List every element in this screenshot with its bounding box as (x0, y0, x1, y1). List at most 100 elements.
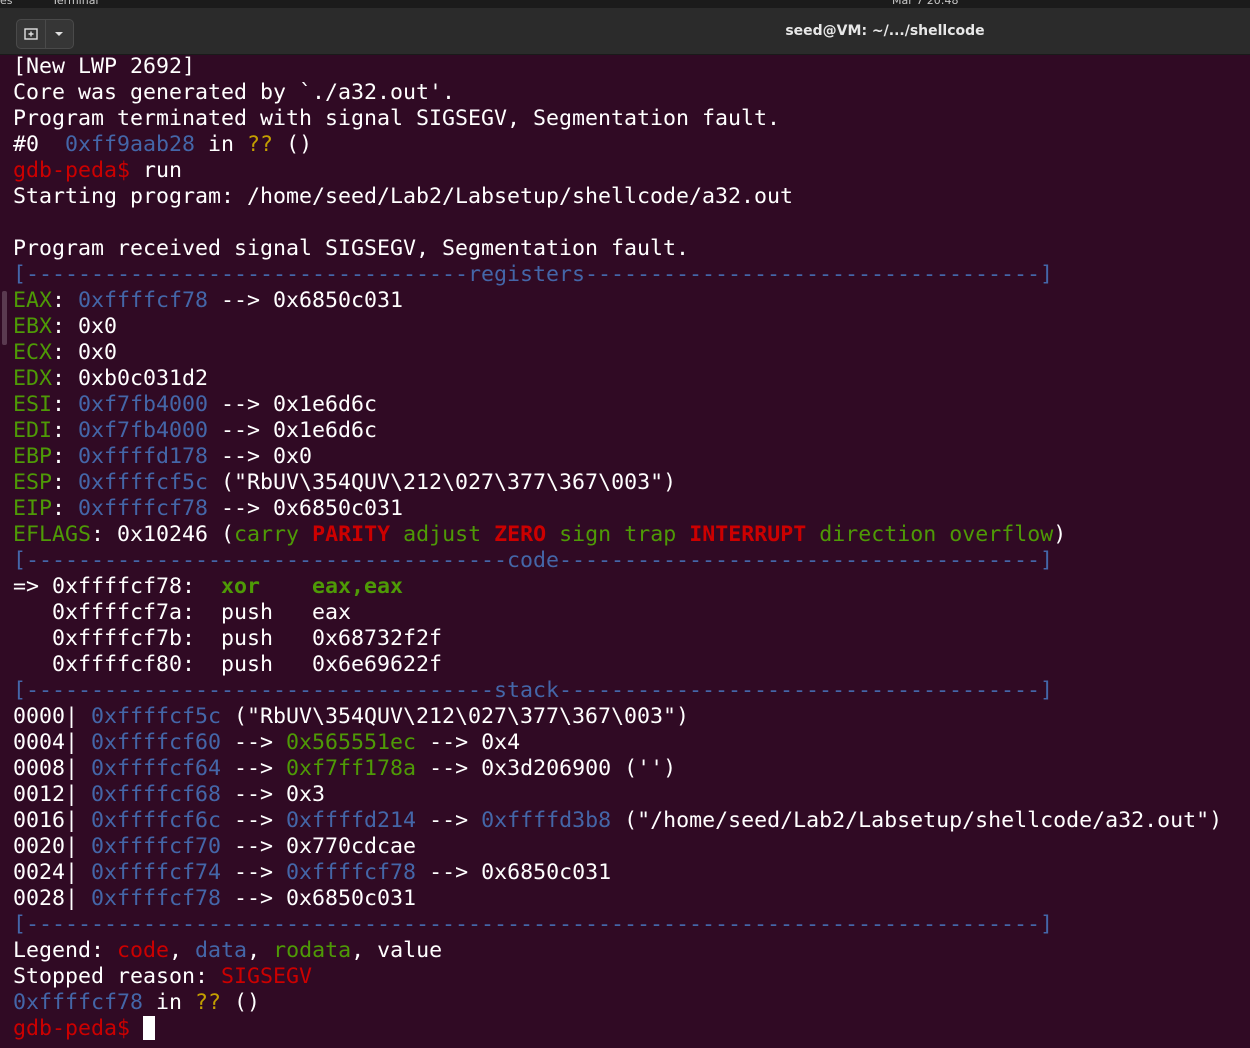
terminal-text: trap (624, 522, 677, 547)
terminal-text: --> 0x6850c031 (208, 288, 404, 313)
terminal-text: --> 0x6850c031 (416, 860, 612, 885)
new-tab-button[interactable] (17, 20, 45, 48)
terminal-text: ZERO (494, 522, 547, 547)
terminal-output[interactable]: [New LWP 2692] Core was generated by `./a… (13, 54, 1250, 1048)
terminal-line: 0xffffcf7a: push eax (13, 600, 1250, 626)
terminal-line: 0004| 0xffffcf60 --> 0x565551ec --> 0x4 (13, 730, 1250, 756)
terminal-text: 0xffffcf80: push 0x6e69622f (13, 652, 443, 677)
terminal-text: --> 0x6850c031 (208, 496, 404, 521)
terminal-text: #0 (13, 132, 66, 157)
terminal-text: 0028| (13, 886, 92, 911)
terminal-line: ESP: 0xffffcf5c ("RbUV\354QUV\212\027\37… (13, 470, 1250, 496)
terminal-line: Program terminated with signal SIGSEGV, … (13, 106, 1250, 132)
terminal-line: 0xffffcf7b: push 0x68732f2f (13, 626, 1250, 652)
terminal-text: 0000| (13, 704, 92, 729)
terminal-line: 0024| 0xffffcf74 --> 0xffffcf78 --> 0x68… (13, 860, 1250, 886)
terminal-text: () (273, 132, 313, 157)
terminal-text: --> (416, 808, 482, 833)
terminal-text: 0xffffcf6c (91, 808, 222, 833)
terminal-text: 0012| (13, 782, 92, 807)
terminal-text: ESI (13, 392, 53, 417)
terminal-line: [-------------------------------------co… (13, 548, 1250, 574)
terminal-line: #0 0xff9aab28 in ?? () (13, 132, 1250, 158)
terminal-text: Starting program: /home/seed/Lab2/Labset… (13, 184, 794, 209)
terminal-line: gdb-peda$ (13, 1016, 1250, 1042)
terminal-text: PARITY (312, 522, 391, 547)
terminal-text: [-------------------------------------co… (13, 548, 1054, 573)
terminal-text: 0xffffd178 (78, 444, 209, 469)
window-titlebar: seed@VM: ~/.../shellcode (0, 8, 1250, 55)
terminal-text: --> 0x770cdcae (221, 834, 417, 859)
terminal-text: , (247, 938, 274, 963)
terminal-text: 0xf7fb4000 (78, 392, 209, 417)
terminal-text: overflow (949, 522, 1054, 547)
terminal-text: EFLAGS (13, 522, 92, 547)
chevron-down-icon (55, 32, 64, 36)
terminal-text: run (143, 158, 183, 183)
top-bar-text: es (0, 0, 13, 7)
terminal-text: 0xffffcf78 (13, 990, 144, 1015)
terminal-text: EBX (13, 314, 53, 339)
terminal-text: --> 0x0 (208, 444, 313, 469)
terminal-text: EDX (13, 366, 53, 391)
terminal-text: 0xffffcf78 (78, 288, 209, 313)
terminal-text: --> 0x3 (221, 782, 326, 807)
terminal-text: --> (221, 730, 287, 755)
terminal-line: ESI: 0xf7fb4000 --> 0x1e6d6c (13, 392, 1250, 418)
terminal-text: xor eax,eax (221, 574, 404, 599)
terminal-line: [New LWP 2692] (13, 54, 1250, 80)
terminal-text: : (52, 470, 79, 495)
terminal-text: [New LWP 2692] (13, 54, 196, 79)
terminal-line: EFLAGS: 0x10246 (carry PARITY adjust ZER… (13, 522, 1250, 548)
terminal-text: 0xffffd214 (286, 808, 417, 833)
terminal-text: code (117, 938, 170, 963)
terminal-text: ("/home/seed/Lab2/Labsetup/shellcode/a32… (611, 808, 1223, 833)
terminal-line: [----------------------------------regis… (13, 262, 1250, 288)
terminal-text: ("RbUV\354QUV\212\027\377\367\003") (221, 704, 690, 729)
terminal-text: --> (221, 860, 287, 885)
terminal-line: EBX: 0x0 (13, 314, 1250, 340)
top-bar-fragment: es Terminal Mar 7 20:48 (0, 0, 1250, 8)
terminal-line: 0000| 0xffffcf5c ("RbUV\354QUV\212\027\3… (13, 704, 1250, 730)
terminal-text: () (221, 990, 261, 1015)
terminal-text: , (169, 938, 196, 963)
terminal-text: adjust (403, 522, 482, 547)
terminal-line: Core was generated by `./a32.out'. (13, 80, 1250, 106)
terminal-text: 0xffffcf70 (91, 834, 222, 859)
terminal-text: Legend: (13, 938, 118, 963)
terminal-line: 0xffffcf78 in ?? () (13, 990, 1250, 1016)
new-tab-icon (24, 28, 38, 40)
terminal-text: ("RbUV\354QUV\212\027\377\367\003") (208, 470, 677, 495)
terminal-text: --> (221, 808, 287, 833)
scrollbar-marker[interactable] (2, 291, 7, 345)
terminal-text: 0xffffd3b8 (481, 808, 612, 833)
terminal-text: 0xffffcf60 (91, 730, 222, 755)
terminal-text: 0xffffcf5c (91, 704, 222, 729)
terminal-text: : 0x10246 ( (91, 522, 235, 547)
terminal-text: : 0x0 (52, 340, 118, 365)
terminal-text: : (52, 418, 79, 443)
terminal-text: 0xffffcf78 (78, 496, 209, 521)
tab-menu-button[interactable] (44, 20, 74, 48)
terminal-line: [---------------------------------------… (13, 912, 1250, 938)
terminal-text: SIGSEGV (221, 964, 313, 989)
terminal-text: 0xffffcf7a: push eax (13, 600, 352, 625)
terminal-text: Program terminated with signal SIGSEGV, … (13, 106, 781, 131)
top-bar-app-name: Terminal (52, 0, 99, 7)
terminal-line: 0016| 0xffffcf6c --> 0xffffd214 --> 0xff… (13, 808, 1250, 834)
terminal-text: 0024| (13, 860, 92, 885)
terminal-text: gdb-peda$ (13, 158, 144, 183)
terminal-line: 0008| 0xffffcf64 --> 0xf7ff178a --> 0x3d… (13, 756, 1250, 782)
terminal-text: 0x565551ec (286, 730, 417, 755)
terminal-text: INTERRUPT (689, 522, 807, 547)
terminal-text: carry (234, 522, 300, 547)
terminal-text: 0xffffcf68 (91, 782, 222, 807)
terminal-text: [----------------------------------regis… (13, 262, 1054, 287)
terminal-text: : (52, 288, 79, 313)
terminal-text: : (52, 444, 79, 469)
